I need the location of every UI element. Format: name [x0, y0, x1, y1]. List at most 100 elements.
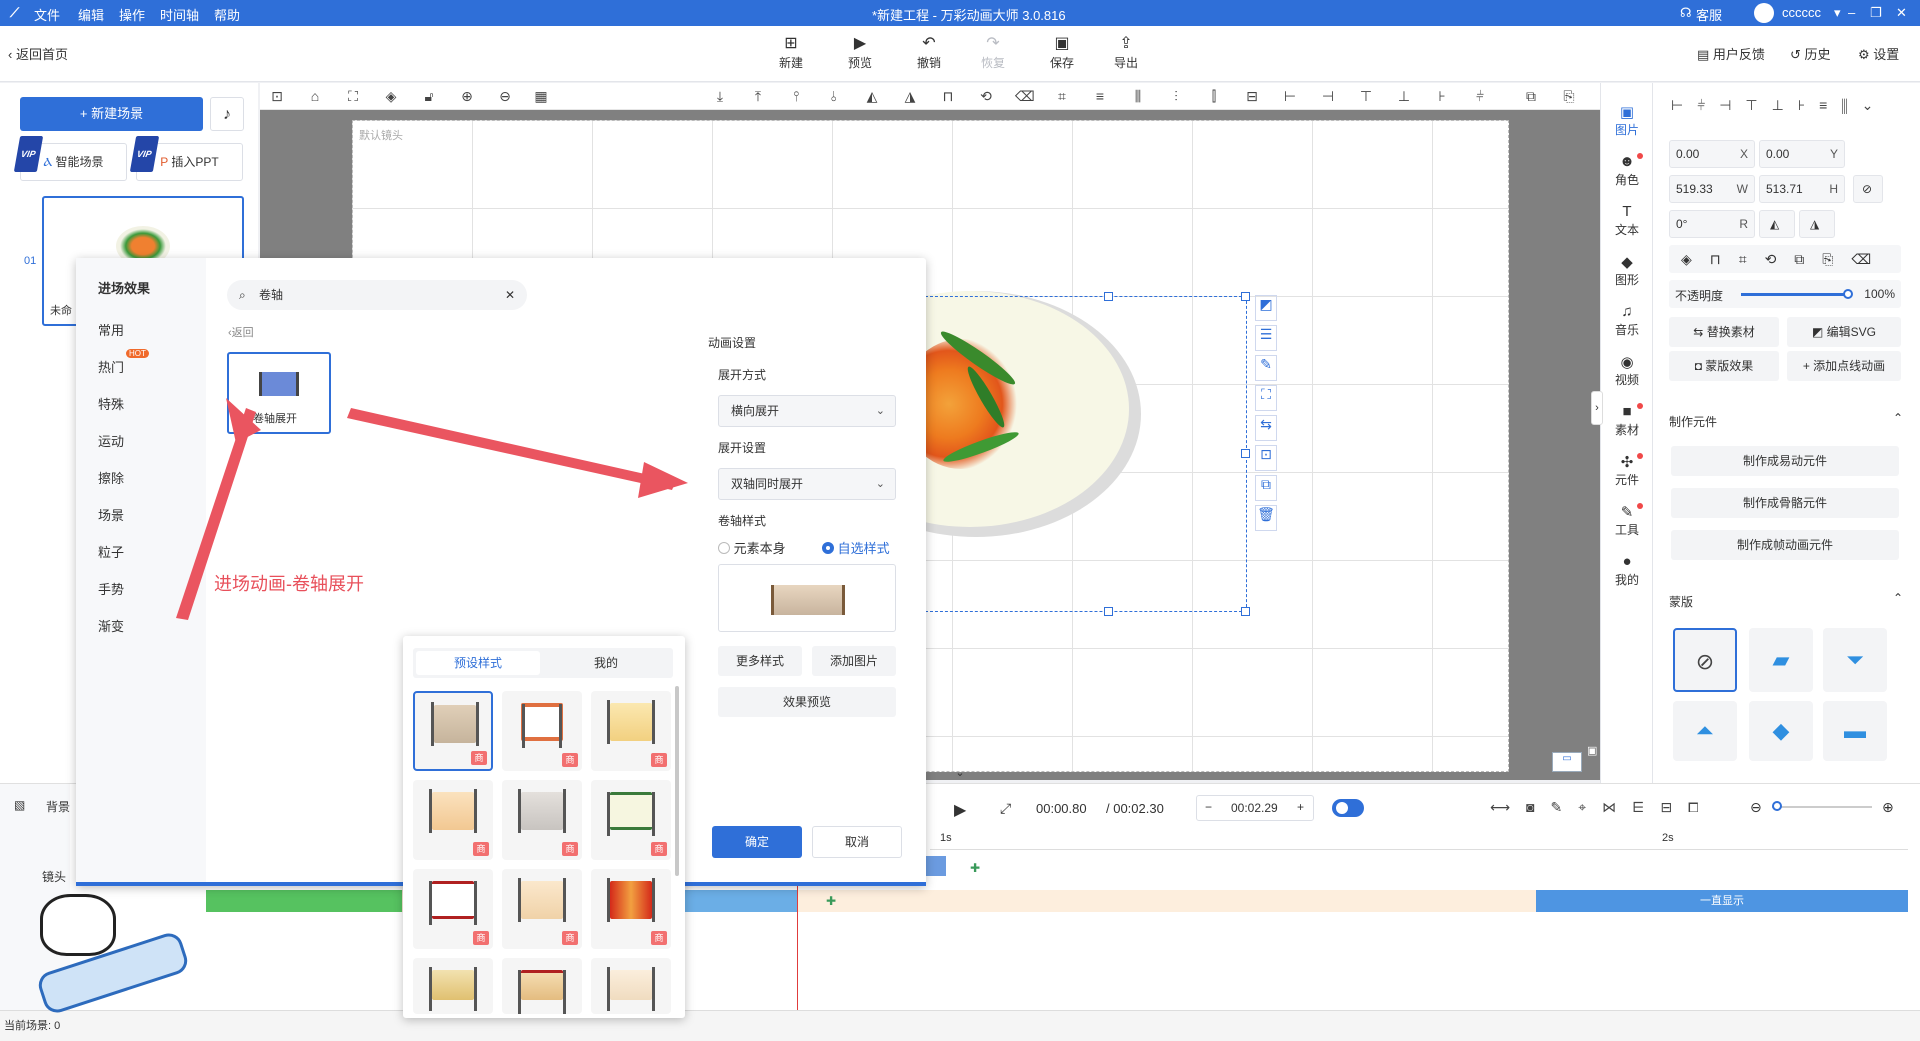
style-tile-4[interactable]: 商 [413, 780, 493, 860]
category-particle[interactable]: 粒子 [98, 542, 124, 561]
menu-edit[interactable]: 编辑 [78, 5, 104, 24]
flip-h-icon[interactable]: ◭ [1759, 210, 1795, 238]
menu-file[interactable]: 文件 [34, 5, 60, 24]
animate-icon[interactable]: ✎ [1255, 355, 1277, 381]
effect-scroll-expand[interactable]: 卷轴展开 [227, 352, 331, 434]
expand-arrow-icon[interactable]: › [1591, 391, 1603, 425]
timeline-tools[interactable]: ⟷◙✎⌖⋈⋿⊟⧠ [1490, 799, 1714, 816]
category-gesture[interactable]: 手势 [98, 579, 124, 598]
opacity-slider[interactable] [1741, 293, 1847, 296]
zoom-slider-handle[interactable] [1772, 801, 1782, 811]
tab-preset[interactable]: 预设样式 [416, 651, 540, 675]
style-tile-2[interactable]: 商 [502, 691, 582, 771]
zoom-out-icon[interactable]: ⊖ [1750, 799, 1762, 816]
back-home-link[interactable]: ‹ 返回首页 [8, 44, 68, 63]
insert-ppt-button[interactable]: VIP P 插入PPT [129, 136, 243, 181]
sidebar-item-image[interactable]: ▣ 图片 [1601, 103, 1653, 138]
category-special[interactable]: 特殊 [98, 394, 124, 413]
category-motion[interactable]: 运动 [98, 431, 124, 450]
menu-help[interactable]: 帮助 [214, 5, 240, 24]
feedback-link[interactable]: ▤ 用户反馈 [1697, 44, 1765, 63]
rotate-icon[interactable]: ⟲ [977, 88, 995, 105]
category-common[interactable]: 常用 [98, 320, 124, 339]
sidebar-item-video[interactable]: ◉ 视频 [1601, 353, 1653, 388]
style-tile-9[interactable]: 商 [591, 869, 671, 949]
close-icon[interactable]: ✕ [1896, 5, 1907, 21]
mask-none-icon[interactable]: ⊘ [1673, 628, 1737, 692]
minimap-icon[interactable]: ▭ [1552, 752, 1582, 772]
sidebar-item-music[interactable]: ♫ 音乐 [1601, 303, 1653, 338]
copy-layer-icon[interactable]: ⧉ [1255, 475, 1277, 501]
center-icon[interactable]: ⊤ [1357, 88, 1375, 105]
preview-button[interactable]: ▶ 预览 [834, 34, 886, 71]
mask-parallelogram-icon[interactable]: ▰ [1749, 628, 1813, 692]
resize-handle[interactable] [1241, 449, 1250, 458]
bottom-icon[interactable]: ⊦ [1433, 88, 1451, 105]
resize-handle[interactable] [1104, 292, 1113, 301]
top-icon[interactable]: ⊥ [1395, 88, 1413, 105]
height-field[interactable]: 513.71 H [1759, 175, 1845, 203]
zoom-in-icon[interactable]: ⊕ [1882, 799, 1894, 816]
unlock-icon[interactable]: 🔓︎ [420, 88, 438, 105]
mask-rectangle-icon[interactable]: ▬ [1823, 701, 1887, 761]
zoom-out-icon[interactable]: ⊖ [496, 88, 514, 105]
category-scene[interactable]: 场景 [98, 505, 124, 524]
radio-element-self[interactable]: 元素本身 [718, 538, 786, 557]
settings-link[interactable]: ⚙ 设置 [1858, 44, 1899, 63]
list-icon[interactable]: ☰ [1255, 325, 1277, 351]
sidebar-item-role[interactable]: ☻ 角色 [1601, 153, 1653, 188]
spread-icon[interactable]: ⫶ [1167, 88, 1185, 105]
expand-mode-select[interactable]: 横向展开 ⌄ [718, 395, 896, 427]
always-show-bar[interactable]: 一直显示 [1536, 890, 1908, 912]
save-button[interactable]: ▣ 保存 [1036, 34, 1088, 71]
tab-mine[interactable]: 我的 [543, 651, 669, 675]
flip-v-icon[interactable]: ◮ [901, 88, 919, 105]
support-link[interactable]: 客服 [1696, 5, 1722, 24]
style-tile-3[interactable]: 商 [591, 691, 671, 771]
collapse-chevron-icon[interactable]: ⌄ [950, 766, 970, 782]
layer-tools[interactable]: ◈⊓⌗⟲⧉⎘⌫ [1669, 245, 1901, 273]
lock-icon[interactable]: ⊓ [939, 88, 957, 105]
keyframe-icon[interactable]: ✚ [826, 894, 836, 908]
width-field[interactable]: 519.33 W [1669, 175, 1755, 203]
scroll-style-preview[interactable] [718, 564, 896, 632]
add-point-anim-button[interactable]: + 添加点线动画 [1787, 351, 1901, 381]
align-left-icon[interactable]: ⊢ [1281, 88, 1299, 105]
middle-icon[interactable]: ⫩ [1471, 88, 1489, 105]
category-hot[interactable]: 热门 [98, 357, 124, 376]
effect-search-input[interactable]: ⌕ 卷轴 ✕ [227, 280, 527, 310]
plus-icon[interactable]: + [1297, 800, 1304, 814]
mask-diamond-icon[interactable]: ◆ [1749, 701, 1813, 761]
style-tile-11[interactable] [502, 958, 582, 1014]
category-wipe[interactable]: 擦除 [98, 468, 124, 487]
y-field[interactable]: 0.00 Y [1759, 140, 1845, 168]
style-tile-6[interactable]: 商 [591, 780, 671, 860]
play-icon[interactable]: ▶ [954, 800, 966, 820]
category-fade[interactable]: 渐变 [98, 616, 124, 635]
add-image-button[interactable]: 添加图片 [812, 646, 896, 676]
menu-timeline[interactable]: 时间轴 [160, 5, 199, 24]
flip-h-icon[interactable]: ◭ [863, 88, 881, 105]
scrollbar[interactable] [675, 686, 679, 876]
resize-handle[interactable] [1104, 607, 1113, 616]
copy-icon[interactable]: ⧉ [1522, 88, 1540, 105]
entrance-anim-bar[interactable] [206, 890, 402, 912]
style-tile-5[interactable]: 商 [502, 780, 582, 860]
sidebar-item-tools[interactable]: ✎ 工具 [1601, 503, 1653, 538]
clear-icon[interactable]: ✕ [505, 280, 515, 310]
fullscreen-icon[interactable]: ⤢ [1000, 800, 1011, 817]
distribute-icon[interactable]: ≡ [1091, 88, 1109, 104]
screenshot-icon[interactable]: ⌗ [1053, 88, 1071, 105]
layers-icon[interactable]: ◈ [382, 88, 400, 105]
fit-icon[interactable]: ⛶ [344, 88, 362, 105]
style-tile-7[interactable]: 商 [413, 869, 493, 949]
opacity-slider-handle[interactable] [1843, 289, 1853, 299]
playhead[interactable] [797, 872, 798, 1012]
edit-image-icon[interactable]: ◩ [1255, 295, 1277, 321]
mask-trapezoid-icon[interactable]: ⏷ [1823, 628, 1887, 692]
make-frame-component-button[interactable]: 制作成帧动画元件 [1671, 530, 1899, 560]
time-ruler[interactable]: 1s 2s [930, 828, 1908, 850]
align-bottom-icon[interactable]: ⤓ [711, 88, 729, 105]
expand-setting-select[interactable]: 双轴同时展开 ⌄ [718, 468, 896, 500]
trash-icon[interactable]: 🗑︎ [1255, 505, 1277, 531]
